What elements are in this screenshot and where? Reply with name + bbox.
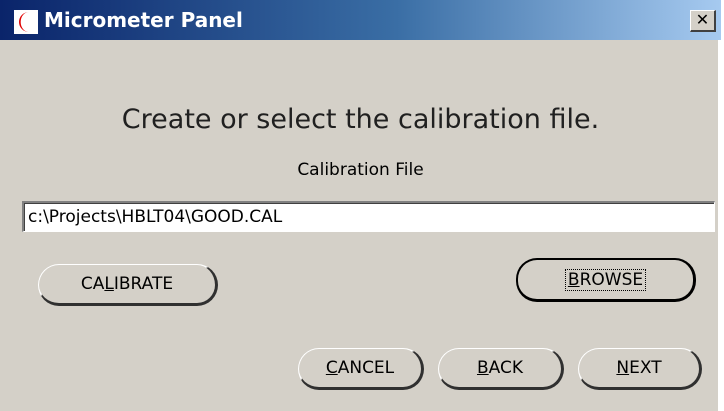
calibrate-button[interactable]: CALIBRATE	[38, 264, 218, 306]
browse-button-label: BROWSE	[564, 268, 647, 291]
close-icon: ✕	[695, 10, 710, 29]
back-button-label: BACK	[476, 358, 524, 378]
next-button[interactable]: NEXT	[578, 348, 702, 390]
next-button-label: NEXT	[616, 358, 662, 378]
back-button[interactable]: BACK	[438, 348, 564, 390]
calibration-file-label: Calibration File	[297, 160, 424, 180]
window-title: Micrometer Panel	[44, 8, 243, 32]
app-crescent-icon[interactable]	[14, 10, 38, 34]
calibrate-button-label: CALIBRATE	[80, 274, 174, 294]
cancel-button[interactable]: CANCEL	[298, 348, 424, 390]
cancel-button-label: CANCEL	[325, 358, 395, 378]
browse-button[interactable]: BROWSE	[516, 258, 696, 302]
title-bar[interactable]: Micrometer Panel ✕	[0, 0, 721, 40]
close-button[interactable]: ✕	[690, 10, 716, 32]
calibration-file-input[interactable]	[22, 201, 715, 232]
instruction-text: Create or select the calibration file.	[121, 104, 600, 135]
micrometer-panel-window: Micrometer Panel ✕ Create or select the …	[0, 0, 721, 411]
